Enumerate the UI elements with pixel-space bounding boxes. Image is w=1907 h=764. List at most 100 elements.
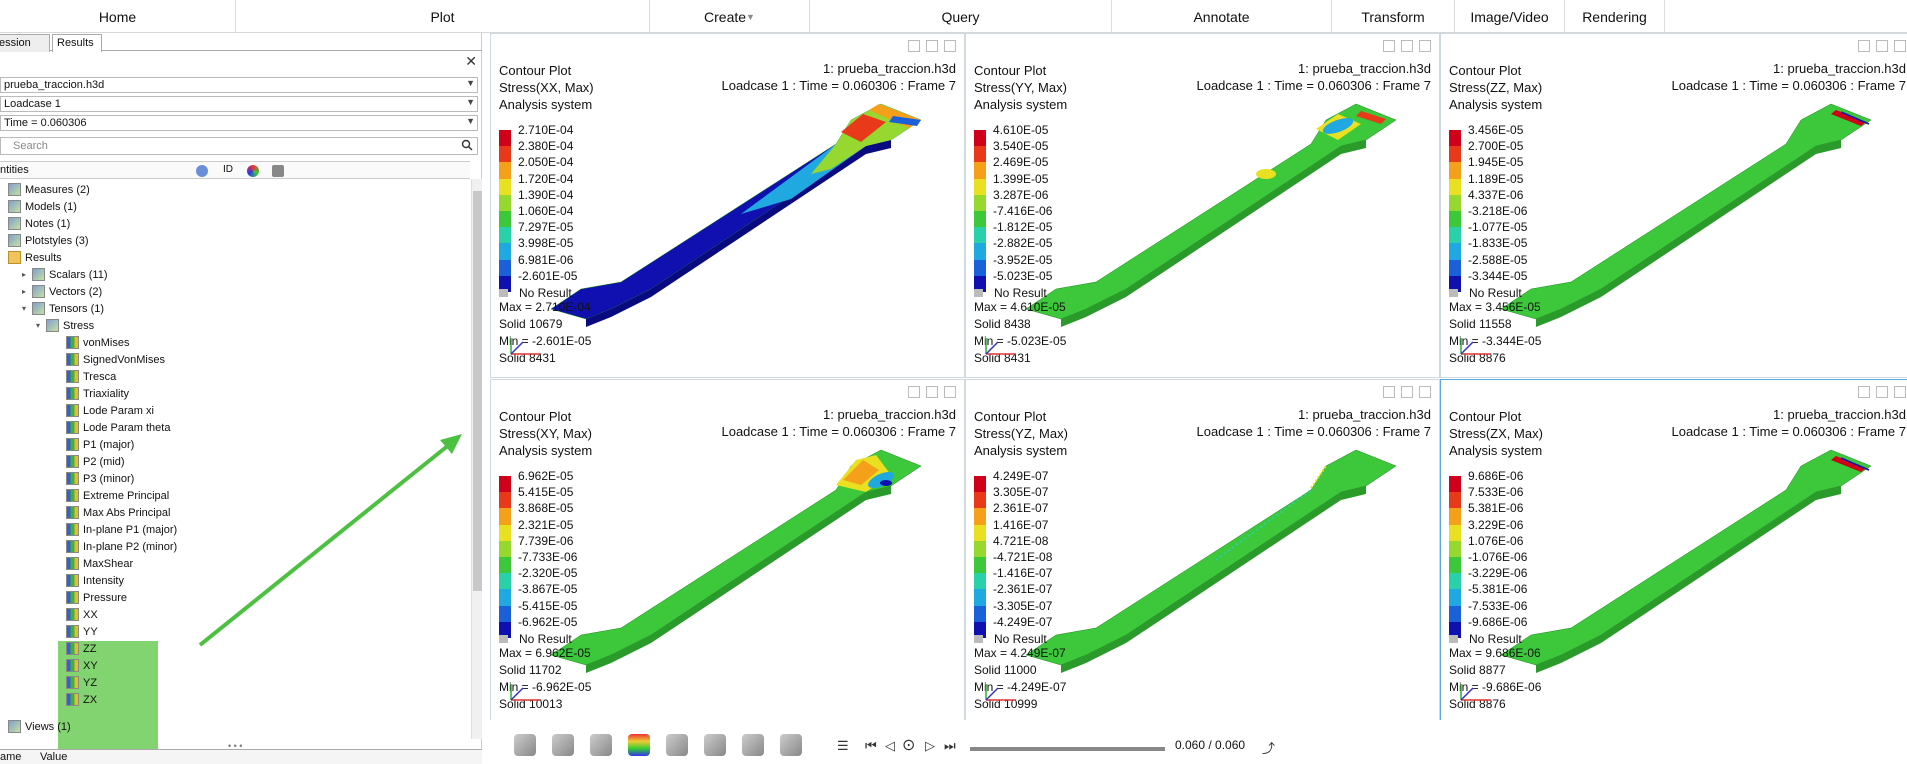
axis-triad-icon[interactable] (976, 680, 1036, 710)
speed-icon[interactable]: ⤴ (1262, 738, 1275, 757)
tree-item[interactable]: ZZ (66, 640, 96, 657)
tree-item[interactable]: ▾ Stress (36, 317, 94, 334)
tree-item[interactable]: ▸ Scalars (11) (22, 266, 107, 283)
legend-value: 2.380E-04 (518, 139, 574, 154)
search-icon[interactable] (461, 139, 473, 151)
legend-value: -3.952E-05 (993, 252, 1053, 267)
tab-results[interactable]: Results (52, 34, 102, 52)
expand-icon[interactable]: ▾ (22, 304, 32, 313)
axis-triad-icon[interactable] (1451, 334, 1511, 364)
menu-annotate[interactable]: Annotate (1112, 0, 1332, 33)
box-icon[interactable] (590, 734, 612, 756)
expand-icon[interactable]: ▾ (36, 321, 46, 330)
axes-icon[interactable] (666, 734, 688, 756)
no-result-label: No Result (974, 286, 1047, 300)
tree-item[interactable]: Pressure (66, 589, 127, 606)
step-back-icon[interactable]: ◁ (885, 738, 895, 754)
legend-color-bar (974, 476, 986, 638)
tab-session[interactable]: ession (0, 34, 50, 52)
tree-item[interactable]: YY (66, 623, 98, 640)
axis-triad-icon[interactable] (1451, 680, 1511, 710)
plot-title-block: Contour Plot Stress(YY, Max) Analysis syst… (974, 62, 1067, 113)
tree-item[interactable]: Results (8, 249, 62, 266)
tree-item[interactable]: In-plane P1 (major) (66, 521, 177, 538)
tree-item[interactable]: XY (66, 657, 98, 674)
tree-item[interactable]: Models (1) (8, 198, 77, 215)
no-result-text: No Result (1469, 286, 1522, 300)
contour-viewport[interactable]: Contour Plot Stress(ZX, Max) Analysis syst… (1440, 379, 1907, 724)
tree-item[interactable]: In-plane P2 (minor) (66, 538, 177, 555)
menu-transform[interactable]: Transform (1332, 0, 1455, 33)
tree-item[interactable]: Views (1) (8, 718, 71, 735)
legend-swatch (974, 556, 986, 574)
contour-viewport[interactable]: Contour Plot Stress(YZ, Max) Analysis syst… (965, 379, 1440, 724)
tree-item[interactable]: Plotstyles (3) (8, 232, 89, 249)
tree-item[interactable]: XX (66, 606, 98, 623)
contour-viewport[interactable]: Contour Plot Stress(YY, Max) Analysis syst… (965, 33, 1440, 378)
tree-item[interactable]: SignedVonMises (66, 351, 165, 368)
tree-item[interactable]: ▸ Vectors (2) (22, 283, 102, 300)
scrollbar-thumb[interactable] (473, 191, 482, 591)
info-icon[interactable] (196, 165, 208, 177)
section-icon[interactable] (742, 734, 764, 756)
menu-query[interactable]: Query (810, 0, 1112, 33)
play-icon[interactable]: ⊙ (902, 735, 915, 755)
tree-item[interactable]: P1 (major) (66, 436, 134, 453)
tree-item[interactable]: Extreme Principal (66, 487, 169, 504)
skip-first-icon[interactable]: ⏮ (865, 738, 877, 754)
loadcase-info: Loadcase 1 : Time = 0.060306 : Frame 7 (1671, 78, 1906, 93)
step-forward-icon[interactable]: ▷ (925, 738, 935, 754)
menu-home[interactable]: Home (0, 0, 236, 33)
tree-item[interactable]: YZ (66, 674, 97, 691)
menu-image-video[interactable]: Image/Video (1455, 0, 1565, 33)
max-element: Solid 8438 (974, 317, 1031, 331)
tree-item[interactable]: Notes (1) (8, 215, 70, 232)
time-dropdown[interactable]: Time = 0.060306 ▼ (0, 115, 478, 131)
legend-swatch (1449, 178, 1461, 195)
tree-scrollbar[interactable] (471, 179, 482, 739)
frame-slider[interactable] (970, 747, 1165, 751)
tree-item[interactable]: P2 (mid) (66, 453, 125, 470)
tree-item[interactable]: Max Abs Principal (66, 504, 170, 521)
result-icon (66, 557, 79, 570)
search-input[interactable]: Search (0, 137, 478, 155)
result-icon (66, 336, 79, 349)
menu-icon[interactable]: ☰ (837, 738, 849, 754)
expand-icon[interactable]: ▸ (22, 270, 32, 279)
tree-item[interactable]: vonMises (66, 334, 129, 351)
tree-item[interactable]: MaxShear (66, 555, 133, 572)
visibility-icon[interactable] (514, 734, 536, 756)
axis-triad-icon[interactable] (501, 680, 561, 710)
menu-create[interactable]: Create ▼ (650, 0, 810, 33)
menu-plot[interactable]: Plot (236, 0, 650, 33)
tree-item[interactable]: Triaxiality (66, 385, 129, 402)
tree-item[interactable]: Tresca (66, 368, 116, 385)
no-result-label: No Result (499, 632, 572, 646)
tree-item[interactable]: Lode Param xi (66, 402, 154, 419)
tree-item[interactable]: P3 (minor) (66, 470, 134, 487)
measure-icon[interactable] (704, 734, 726, 756)
tree-item[interactable]: ZX (66, 691, 97, 708)
tree-item[interactable]: Lode Param theta (66, 419, 170, 436)
id-label[interactable]: ID (223, 164, 233, 175)
axis-triad-icon[interactable] (501, 334, 561, 364)
tree-item[interactable]: Measures (2) (8, 181, 90, 198)
close-icon[interactable]: ✕ (465, 53, 477, 70)
color-icon[interactable] (247, 165, 259, 177)
cube-icon[interactable] (272, 165, 284, 177)
contour-viewport[interactable]: Contour Plot Stress(ZZ, Max) Analysis syst… (1440, 33, 1907, 378)
expand-icon[interactable]: ▸ (22, 287, 32, 296)
loadcase-dropdown[interactable]: Loadcase 1 ▼ (0, 96, 478, 112)
tracking-icon[interactable] (780, 734, 802, 756)
contour-icon[interactable] (628, 734, 650, 756)
legend-value: 4.249E-07 (993, 469, 1049, 483)
tree-item[interactable]: Intensity (66, 572, 124, 589)
contour-viewport[interactable]: Contour Plot Stress(XY, Max) Analysis syst… (490, 379, 965, 724)
camera-icon[interactable] (552, 734, 574, 756)
axis-triad-icon[interactable] (976, 334, 1036, 364)
skip-last-icon[interactable]: ⏭ (944, 738, 956, 754)
tree-item[interactable]: ▾ Tensors (1) (22, 300, 104, 317)
menu-rendering[interactable]: Rendering (1565, 0, 1665, 33)
file-dropdown[interactable]: prueba_traccion.h3d ▼ (0, 77, 478, 93)
contour-viewport[interactable]: Contour Plot Stress(XX, Max) Analysis syst… (490, 33, 965, 378)
